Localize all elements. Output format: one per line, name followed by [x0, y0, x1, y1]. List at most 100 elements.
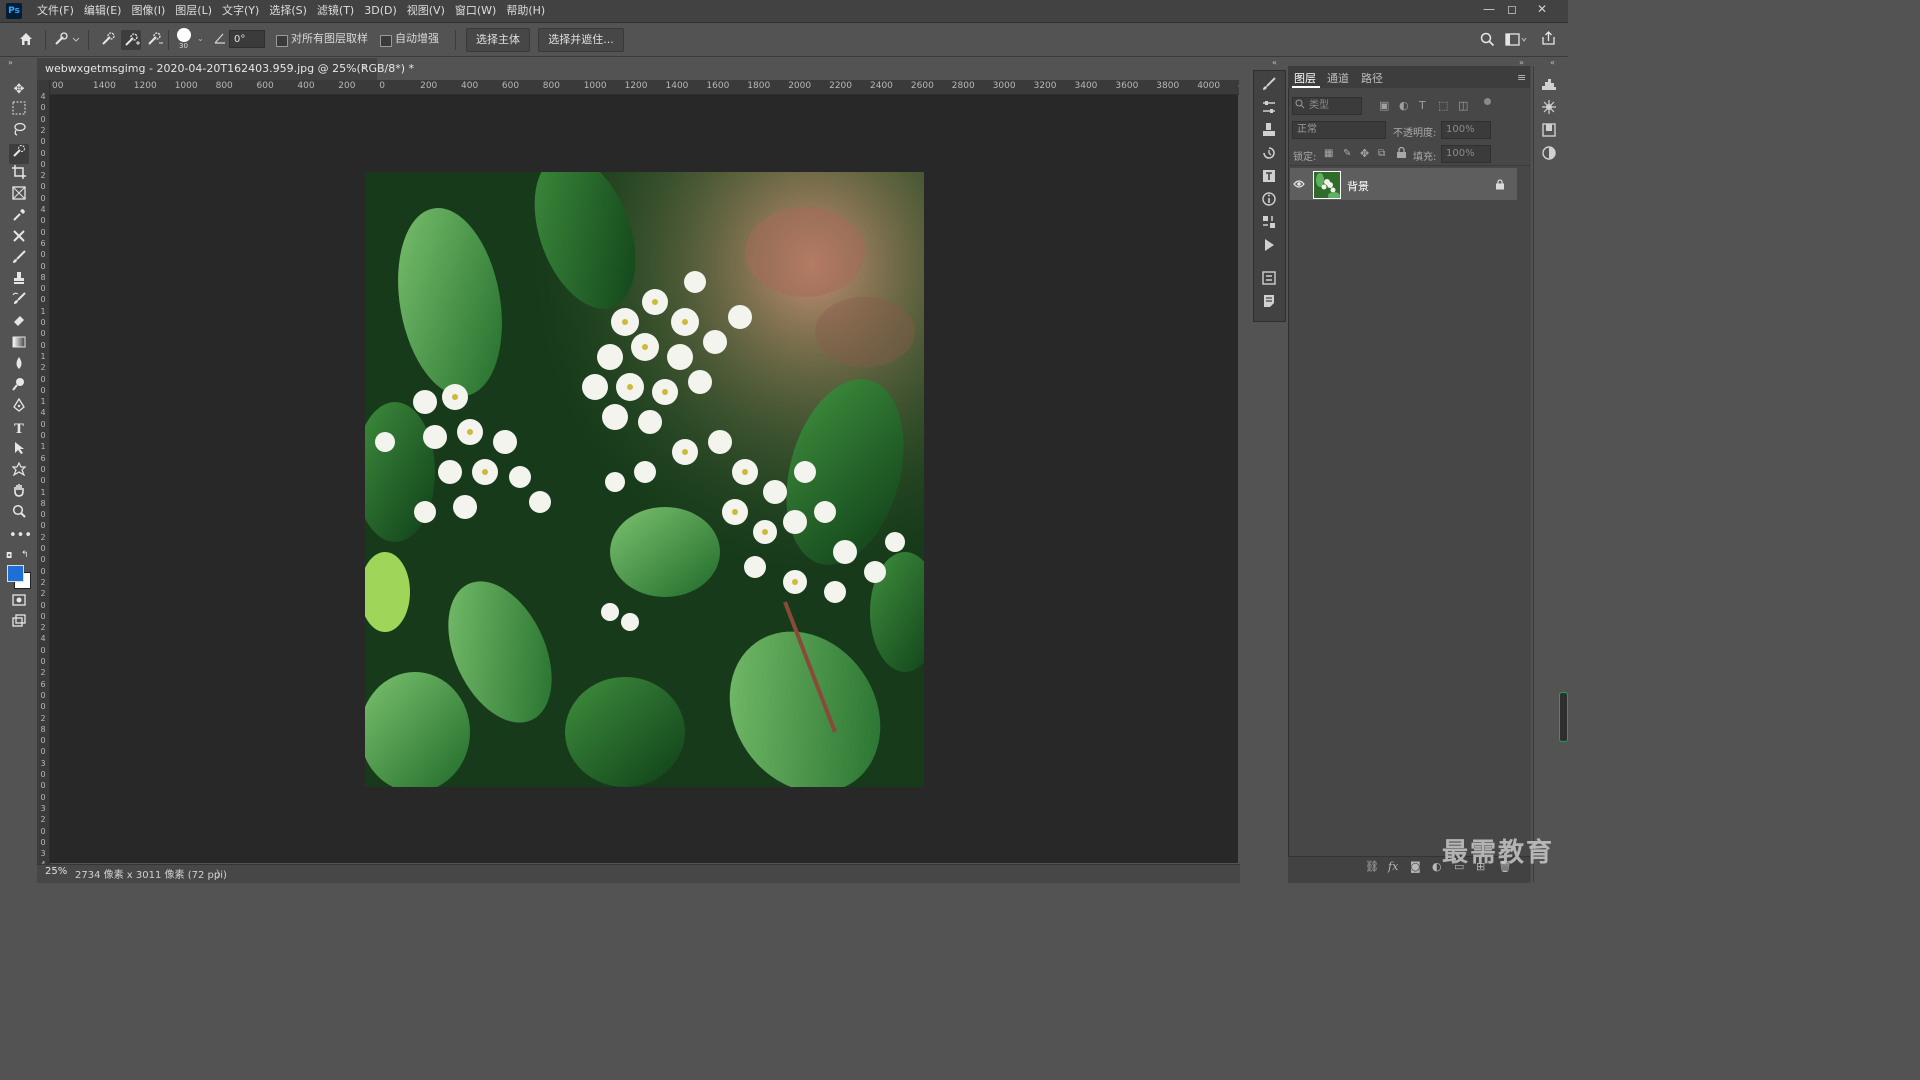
fill-input[interactable]: 100% [1441, 145, 1491, 163]
libraries-icon[interactable] [1540, 122, 1558, 140]
swap-colors-icon[interactable]: ↰ [21, 550, 29, 560]
frame-tool-icon[interactable] [9, 186, 29, 206]
eyedropper-tool-icon[interactable] [9, 208, 29, 228]
layer-name[interactable]: 背景 [1347, 178, 1369, 194]
crop-tool-icon[interactable] [9, 165, 29, 185]
brush-tool-icon[interactable] [9, 250, 29, 270]
lock-image-pixels-icon[interactable]: ✎ [1343, 148, 1351, 159]
dodge-tool-icon[interactable] [9, 377, 29, 397]
search-icon[interactable] [1480, 32, 1495, 50]
lock-artboard-icon[interactable]: ⧉ [1378, 148, 1385, 159]
vertical-ruler[interactable]: 4002000200400600800100012001400160018002… [37, 80, 50, 865]
scroll-indicator[interactable] [1559, 692, 1568, 742]
history-icon[interactable] [1260, 145, 1278, 163]
brush-settings-icon[interactable] [1260, 76, 1278, 94]
document-image[interactable] [365, 172, 924, 787]
horizontal-ruler[interactable]: 00 1400 1200 1000 800 600 400 200 0 200 400 600 800 1… [49, 80, 1239, 95]
tab-paths[interactable]: 路径 [1361, 70, 1383, 86]
adjustment-layer-icon[interactable]: ◐ [1432, 860, 1442, 873]
link-layers-icon[interactable]: ⛓ [1365, 860, 1379, 873]
info-icon[interactable] [1260, 191, 1278, 209]
select-and-mask-button[interactable]: 选择并遮住... [538, 28, 624, 52]
blur-tool-icon[interactable] [9, 356, 29, 376]
new-selection-brush-icon[interactable] [100, 31, 116, 50]
collapse-icon-strip-icon[interactable]: « [1272, 58, 1277, 67]
minimize-button[interactable]: — [1477, 0, 1501, 20]
lock-transparent-icon[interactable]: ▦ [1324, 148, 1333, 159]
properties-icon[interactable] [1260, 270, 1278, 288]
close-document-icon[interactable]: × [360, 62, 368, 73]
move-tool-icon[interactable]: ✥ [9, 80, 29, 100]
actions-play-icon[interactable] [1260, 237, 1278, 255]
menu-3d[interactable]: 3D(D) [359, 0, 402, 22]
screen-mode-icon[interactable] [9, 614, 29, 634]
filter-pixel-layers-icon[interactable]: ▣ [1379, 99, 1389, 112]
quick-selection-tool-icon[interactable] [9, 144, 29, 164]
character-icon[interactable] [1260, 168, 1278, 186]
home-icon[interactable] [18, 31, 34, 50]
opacity-input[interactable]: 100% [1441, 121, 1491, 139]
close-window-button[interactable]: ✕ [1530, 0, 1554, 20]
menu-edit[interactable]: 编辑(E) [79, 0, 127, 22]
workspace-icon[interactable] [1505, 32, 1527, 50]
filter-type-layers-icon[interactable]: T [1419, 99, 1426, 112]
lock-position-icon[interactable]: ✥ [1360, 147, 1369, 160]
filter-adjustment-layers-icon[interactable]: ◐ [1399, 99, 1409, 112]
zoom-level[interactable]: 25% [45, 866, 67, 877]
histogram-icon[interactable] [1540, 77, 1558, 95]
expand-panels-icon[interactable]: « [1550, 58, 1555, 67]
zoom-tool-icon[interactable] [9, 504, 29, 524]
navigator-icon[interactable] [1540, 99, 1558, 117]
menu-filter[interactable]: 滤镜(T) [312, 0, 359, 22]
filter-smart-objects-icon[interactable]: ◫ [1458, 99, 1468, 112]
select-subject-button[interactable]: 选择主体 [466, 28, 530, 52]
quick-mask-icon[interactable] [9, 593, 29, 613]
sample-all-layers-checkbox[interactable] [276, 35, 288, 47]
menu-select[interactable]: 选择(S) [264, 0, 312, 22]
clone-source-icon[interactable] [1260, 122, 1278, 140]
default-colors-icon[interactable]: ◘ [6, 551, 12, 560]
foreground-color-swatch[interactable] [7, 565, 24, 582]
menu-view[interactable]: 视图(V) [402, 0, 450, 22]
pen-tool-icon[interactable] [9, 397, 29, 418]
more-tools-icon[interactable]: ••• [9, 526, 32, 546]
document-info-arrow-icon[interactable]: 〉 [216, 866, 226, 881]
angle-input[interactable]: 0° [229, 30, 265, 48]
panel-menu-icon[interactable]: ≡ [1517, 71, 1526, 84]
add-mask-icon[interactable]: ◙ [1410, 860, 1421, 873]
subtract-from-selection-brush-icon[interactable] [146, 31, 164, 50]
layer-thumbnail[interactable] [1313, 171, 1341, 199]
eye-icon[interactable] [1293, 179, 1305, 192]
menu-type[interactable]: 文字(Y) [217, 0, 264, 22]
healing-brush-tool-icon[interactable] [9, 229, 29, 249]
chevron-down-icon[interactable]: ⌄ [197, 34, 204, 43]
hand-tool-icon[interactable] [9, 483, 29, 503]
maximize-button[interactable]: ◻ [1500, 0, 1524, 20]
photoshop-logo-icon[interactable]: Ps [6, 3, 22, 19]
tool-preset-picker-icon[interactable] [53, 31, 80, 50]
eraser-tool-icon[interactable] [9, 313, 29, 333]
expand-toolbar-icon[interactable]: » [8, 58, 13, 67]
adjustments-icon[interactable] [1260, 99, 1278, 117]
clone-stamp-tool-icon[interactable] [9, 271, 29, 291]
custom-shape-tool-icon[interactable] [9, 461, 29, 482]
tab-channels[interactable]: 通道 [1327, 70, 1349, 86]
path-selection-tool-icon[interactable] [9, 441, 29, 461]
brush-size-preview-icon[interactable] [177, 28, 191, 42]
blend-mode-select[interactable]: 正常 [1292, 121, 1386, 139]
tab-layers[interactable]: 图层 [1294, 70, 1316, 86]
swatches-icon[interactable] [1260, 214, 1278, 232]
lock-all-icon[interactable] [1396, 146, 1407, 162]
menu-file[interactable]: 文件(F) [32, 0, 79, 22]
gradient-tool-icon[interactable] [9, 335, 29, 355]
notes-icon[interactable] [1260, 293, 1278, 311]
layer-style-fx-icon[interactable]: fx [1388, 860, 1398, 873]
marquee-tool-icon[interactable] [9, 101, 29, 121]
filter-shape-layers-icon[interactable]: ⬚ [1438, 99, 1448, 112]
menu-help[interactable]: 帮助(H) [501, 0, 550, 22]
auto-enhance-checkbox[interactable] [380, 35, 392, 47]
menu-layer[interactable]: 图层(L) [170, 0, 217, 22]
share-icon[interactable] [1541, 31, 1556, 49]
filter-toggle-icon[interactable] [1484, 98, 1491, 105]
history-brush-tool-icon[interactable] [9, 292, 29, 312]
